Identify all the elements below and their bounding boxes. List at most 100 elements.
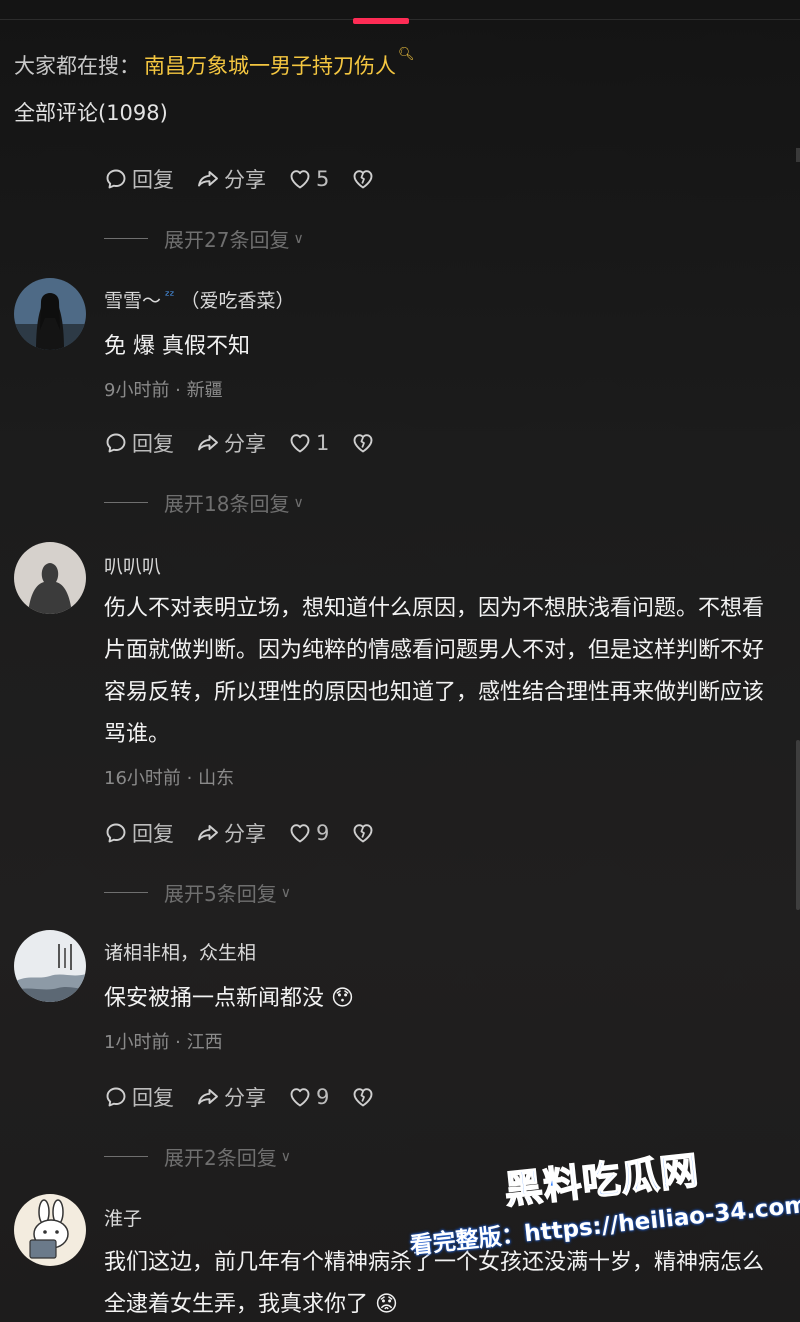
comment-actions: 回复 分享 9 — [104, 818, 379, 848]
share-label: 分享 — [224, 1086, 266, 1110]
expand-divider — [104, 892, 148, 893]
like-button[interactable]: 1 — [288, 431, 329, 455]
share-button[interactable]: 分享 — [196, 818, 266, 848]
expand-replies-button[interactable]: 展开27条回复 ∨ — [104, 224, 304, 253]
scrollbar-top — [796, 148, 800, 162]
expand-divider — [104, 238, 148, 239]
comment-actions: 回复 分享 1 — [104, 428, 379, 458]
broken-heart-icon — [353, 824, 373, 843]
reply-button[interactable]: 回复 — [104, 1082, 174, 1112]
avatar-cartoon-bunny-image — [14, 1194, 86, 1266]
expand-divider — [104, 502, 148, 503]
comment-count: 全部评论(1098) — [14, 101, 168, 125]
reply-button[interactable]: 回复 — [104, 818, 174, 848]
watermark-brand: 黑料吃瓜网 — [502, 1147, 702, 1213]
avatar[interactable] — [14, 542, 86, 614]
comment-time: 1小时前 — [104, 1032, 170, 1053]
dislike-button[interactable] — [351, 431, 379, 455]
username-text: 叭叭叭 — [104, 556, 162, 578]
reply-button[interactable]: 回复 — [104, 164, 174, 194]
username-text: 淮子 — [104, 1208, 143, 1230]
comment-text: 我们这边，前几年有个精神病杀了一个女孩还没满十岁，精神病怎么全逮着女生弄，我真求… — [104, 1250, 765, 1317]
like-button[interactable]: 9 — [288, 821, 329, 845]
search-hint-term[interactable]: 南昌万象城一男子持刀伤人 — [144, 50, 396, 80]
comment-location: 江西 — [186, 1032, 223, 1053]
avatar[interactable] — [14, 930, 86, 1002]
username-suffix: （爱吃香菜） — [180, 290, 295, 312]
comment-meta: 1小时前 · 江西 — [104, 1032, 223, 1053]
comment-text: 免 爆 真假不知 — [104, 334, 250, 359]
like-button[interactable]: 5 — [288, 167, 329, 191]
reply-bubble-icon — [106, 823, 126, 843]
search-hint-prefix: 大家都在搜： — [14, 54, 140, 78]
comment-username[interactable]: 叭叭叭 — [104, 552, 161, 579]
dislike-button[interactable] — [351, 821, 379, 845]
broken-heart-icon — [353, 170, 373, 189]
like-count: 1 — [316, 431, 330, 455]
comment-username[interactable]: 淮子 — [104, 1204, 142, 1231]
broken-heart-icon — [353, 1088, 373, 1107]
avatar-silhouette-image — [14, 542, 86, 614]
avatar[interactable] — [14, 1194, 86, 1266]
comment-text: 保安被捅一点新闻都没 😯 — [104, 986, 354, 1011]
reply-label: 回复 — [132, 822, 174, 846]
reply-label: 回复 — [132, 1086, 174, 1110]
tab-indicator — [353, 18, 409, 24]
avatar-ink-painting-image — [14, 930, 86, 1002]
heart-icon — [290, 824, 310, 843]
search-icon: 🔍︎ — [398, 47, 415, 62]
comment-meta: 16小时前 · 山东 — [104, 768, 235, 789]
comment-meta: 9小时前 · 新疆 — [104, 380, 223, 401]
heart-icon — [290, 434, 310, 453]
comment-actions: 回复 分享 9 — [104, 1082, 379, 1112]
comment-text: 伤人不对表明立场，想知道什么原因，因为不想肤浅看问题。不想看片面就做判断。因为纯… — [104, 596, 765, 747]
expand-divider — [104, 1156, 148, 1157]
expand-replies-label: 展开27条回复 — [164, 228, 290, 252]
expand-replies-button[interactable]: 展开2条回复 ∨ — [104, 1142, 291, 1171]
share-arrow-icon — [198, 825, 218, 841]
dislike-button[interactable] — [351, 1085, 379, 1109]
like-button[interactable]: 9 — [288, 1085, 329, 1109]
comment-actions: 回复 分享 5 — [104, 164, 379, 194]
expand-replies-button[interactable]: 展开5条回复 ∨ — [104, 878, 291, 907]
comment-username[interactable]: 诸相非相，众生相 — [104, 938, 256, 965]
avatar-girl-image — [14, 278, 86, 350]
dislike-button[interactable] — [351, 167, 379, 191]
expand-replies-label: 展开18条回复 — [164, 492, 290, 516]
reply-bubble-icon — [106, 433, 126, 453]
reply-bubble-icon — [106, 169, 126, 189]
expand-replies-button[interactable]: 展开18条回复 ∨ — [104, 488, 304, 517]
watermark-logo: 黑料吃瓜网 看完整版：https://heiliao-34.com — [402, 1128, 800, 1260]
broken-heart-icon — [353, 434, 373, 453]
comment-username[interactable]: 雪雪～ ᶻᶻ （爱吃香菜） — [104, 286, 295, 313]
share-arrow-icon — [198, 171, 218, 187]
scrollbar-thumb[interactable] — [796, 740, 800, 910]
comment-location: 新疆 — [186, 380, 223, 401]
username-text: 雪雪～ — [104, 290, 162, 312]
heart-icon — [290, 1088, 310, 1107]
reply-label: 回复 — [132, 168, 174, 192]
heart-icon — [290, 170, 310, 189]
chevron-down-icon: ∨ — [280, 1148, 291, 1165]
comment-time: 16小时前 — [104, 768, 181, 789]
like-count: 9 — [316, 821, 330, 845]
like-count: 5 — [316, 167, 330, 191]
share-label: 分享 — [224, 168, 266, 192]
reply-bubble-icon — [106, 1087, 126, 1107]
share-button[interactable]: 分享 — [196, 164, 266, 194]
comment-time: 9小时前 — [104, 380, 170, 401]
chevron-down-icon: ∨ — [293, 494, 304, 511]
chevron-down-icon: ∨ — [293, 230, 304, 247]
avatar[interactable] — [14, 278, 86, 350]
expand-replies-label: 展开2条回复 — [164, 1146, 277, 1170]
reply-button[interactable]: 回复 — [104, 428, 174, 458]
like-count: 9 — [316, 1085, 330, 1109]
trending-search-hint[interactable]: 大家都在搜： 南昌万象城一男子持刀伤人 🔍︎ — [14, 47, 415, 80]
reply-label: 回复 — [132, 432, 174, 456]
share-button[interactable]: 分享 — [196, 428, 266, 458]
share-arrow-icon — [198, 1089, 218, 1105]
share-arrow-icon — [198, 435, 218, 451]
share-button[interactable]: 分享 — [196, 1082, 266, 1112]
share-label: 分享 — [224, 432, 266, 456]
chevron-down-icon: ∨ — [280, 884, 291, 901]
